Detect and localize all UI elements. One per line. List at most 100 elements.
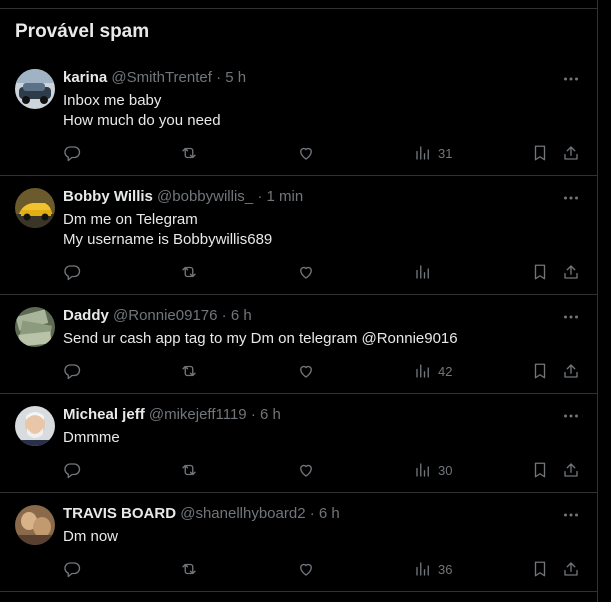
author-name[interactable]: Micheal jeff xyxy=(63,406,145,423)
separator-dot: · xyxy=(221,307,227,324)
more-button[interactable] xyxy=(561,505,581,525)
bookmark-icon xyxy=(534,363,546,379)
repost-button[interactable] xyxy=(180,143,198,163)
timestamp[interactable]: 1 min xyxy=(267,188,304,205)
reply-button[interactable] xyxy=(63,361,81,381)
tweet[interactable]: TRAVIS BOARD @shanellhyboard2 · 6 h Dm n… xyxy=(0,493,597,592)
tweet-line: How much do you need xyxy=(63,112,221,129)
views-count: 31 xyxy=(438,145,453,161)
reply-button[interactable] xyxy=(63,262,81,282)
more-icon xyxy=(564,513,578,517)
timestamp[interactable]: 6 h xyxy=(260,406,281,423)
like-icon xyxy=(300,563,312,576)
tweet-text: Dmmme xyxy=(63,428,120,448)
repost-icon xyxy=(182,266,196,278)
tweet-header: TRAVIS BOARD @shanellhyboard2 · 6 h xyxy=(63,505,340,522)
author-handle[interactable]: @SmithTrentef xyxy=(111,69,212,86)
separator-dot: · xyxy=(216,69,222,86)
avatar[interactable] xyxy=(15,188,55,228)
share-button[interactable] xyxy=(562,361,580,381)
repost-icon xyxy=(182,563,196,575)
share-button[interactable] xyxy=(562,143,580,163)
repost-button[interactable] xyxy=(180,262,198,282)
separator-dot: · xyxy=(309,505,315,522)
like-button[interactable] xyxy=(297,262,315,282)
views-button[interactable]: 36 xyxy=(414,559,452,579)
views-button[interactable]: 30 xyxy=(414,460,452,480)
author-name[interactable]: Bobby Willis xyxy=(63,188,153,205)
share-button[interactable] xyxy=(562,460,580,480)
reply-button[interactable] xyxy=(63,559,81,579)
timestamp[interactable]: 6 h xyxy=(319,505,340,522)
tweet-line: Dmmme xyxy=(63,429,120,446)
views-icon xyxy=(416,562,429,576)
views-icon xyxy=(416,146,429,160)
like-icon xyxy=(300,266,312,279)
views-button[interactable]: 42 xyxy=(414,361,452,381)
timestamp[interactable]: 5 h xyxy=(225,69,246,86)
tweet[interactable]: karina @SmithTrentef · 5 h Inbox me baby… xyxy=(0,57,597,176)
bookmark-button[interactable] xyxy=(531,361,549,381)
reply-button[interactable] xyxy=(63,460,81,480)
reply-icon xyxy=(64,463,81,479)
share-icon xyxy=(564,463,578,477)
reply-button[interactable] xyxy=(63,143,81,163)
right-border xyxy=(597,0,598,602)
more-button[interactable] xyxy=(561,188,581,208)
tweet-line: My username is Bobbywillis689 xyxy=(63,231,273,248)
author-handle[interactable]: @Ronnie09176 xyxy=(113,307,217,324)
avatar[interactable] xyxy=(15,505,55,545)
bookmark-button[interactable] xyxy=(531,143,549,163)
share-button[interactable] xyxy=(562,559,580,579)
views-icon xyxy=(416,463,429,477)
author-name[interactable]: TRAVIS BOARD xyxy=(63,505,176,522)
bookmark-icon xyxy=(534,462,546,478)
bookmark-button[interactable] xyxy=(531,460,549,480)
share-icon xyxy=(564,364,578,378)
tweet-header: karina @SmithTrentef · 5 h xyxy=(63,69,246,86)
like-button[interactable] xyxy=(297,559,315,579)
action-bar: 31 xyxy=(0,143,597,163)
action-bar xyxy=(0,262,597,282)
views-button[interactable] xyxy=(414,262,438,282)
tweet[interactable]: Bobby Willis @bobbywillis_ · 1 min Dm me… xyxy=(0,176,597,295)
bookmark-button[interactable] xyxy=(531,262,549,282)
share-button[interactable] xyxy=(562,262,580,282)
timestamp[interactable]: 6 h xyxy=(231,307,252,324)
share-icon xyxy=(564,265,578,279)
repost-button[interactable] xyxy=(180,559,198,579)
more-button[interactable] xyxy=(561,406,581,426)
views-button[interactable]: 31 xyxy=(414,143,452,163)
author-name[interactable]: Daddy xyxy=(63,307,109,324)
avatar[interactable] xyxy=(15,69,55,109)
tweet-header: Bobby Willis @bobbywillis_ · 1 min xyxy=(63,188,303,205)
repost-button[interactable] xyxy=(180,361,198,381)
top-border xyxy=(0,8,597,9)
bookmark-icon xyxy=(534,145,546,161)
views-icon xyxy=(416,364,429,378)
avatar[interactable] xyxy=(15,307,55,347)
avatar[interactable] xyxy=(15,406,55,446)
tweet[interactable]: Daddy @Ronnie09176 · 6 h Send ur cash ap… xyxy=(0,295,597,394)
tweet[interactable]: Micheal jeff @mikejeff1119 · 6 h Dmmme 3… xyxy=(0,394,597,493)
author-handle[interactable]: @shanellhyboard2 xyxy=(180,505,305,522)
like-button[interactable] xyxy=(297,460,315,480)
more-button[interactable] xyxy=(561,69,581,89)
author-handle[interactable]: @bobbywillis_ xyxy=(157,188,253,205)
reply-icon xyxy=(64,265,81,281)
more-icon xyxy=(564,77,578,81)
author-name[interactable]: karina xyxy=(63,69,107,86)
bookmark-icon xyxy=(534,561,546,577)
action-bar: 30 xyxy=(0,460,597,480)
bookmark-button[interactable] xyxy=(531,559,549,579)
more-button[interactable] xyxy=(561,307,581,327)
author-handle[interactable]: @mikejeff1119 xyxy=(149,406,247,423)
repost-button[interactable] xyxy=(180,460,198,480)
tweet-line: Dm me on Telegram xyxy=(63,211,198,228)
tweet-line: Send ur cash app tag to my Dm on telegra… xyxy=(63,330,458,347)
repost-icon xyxy=(182,464,196,476)
like-button[interactable] xyxy=(297,143,315,163)
like-icon xyxy=(300,147,312,160)
action-bar: 36 xyxy=(0,559,597,579)
like-button[interactable] xyxy=(297,361,315,381)
